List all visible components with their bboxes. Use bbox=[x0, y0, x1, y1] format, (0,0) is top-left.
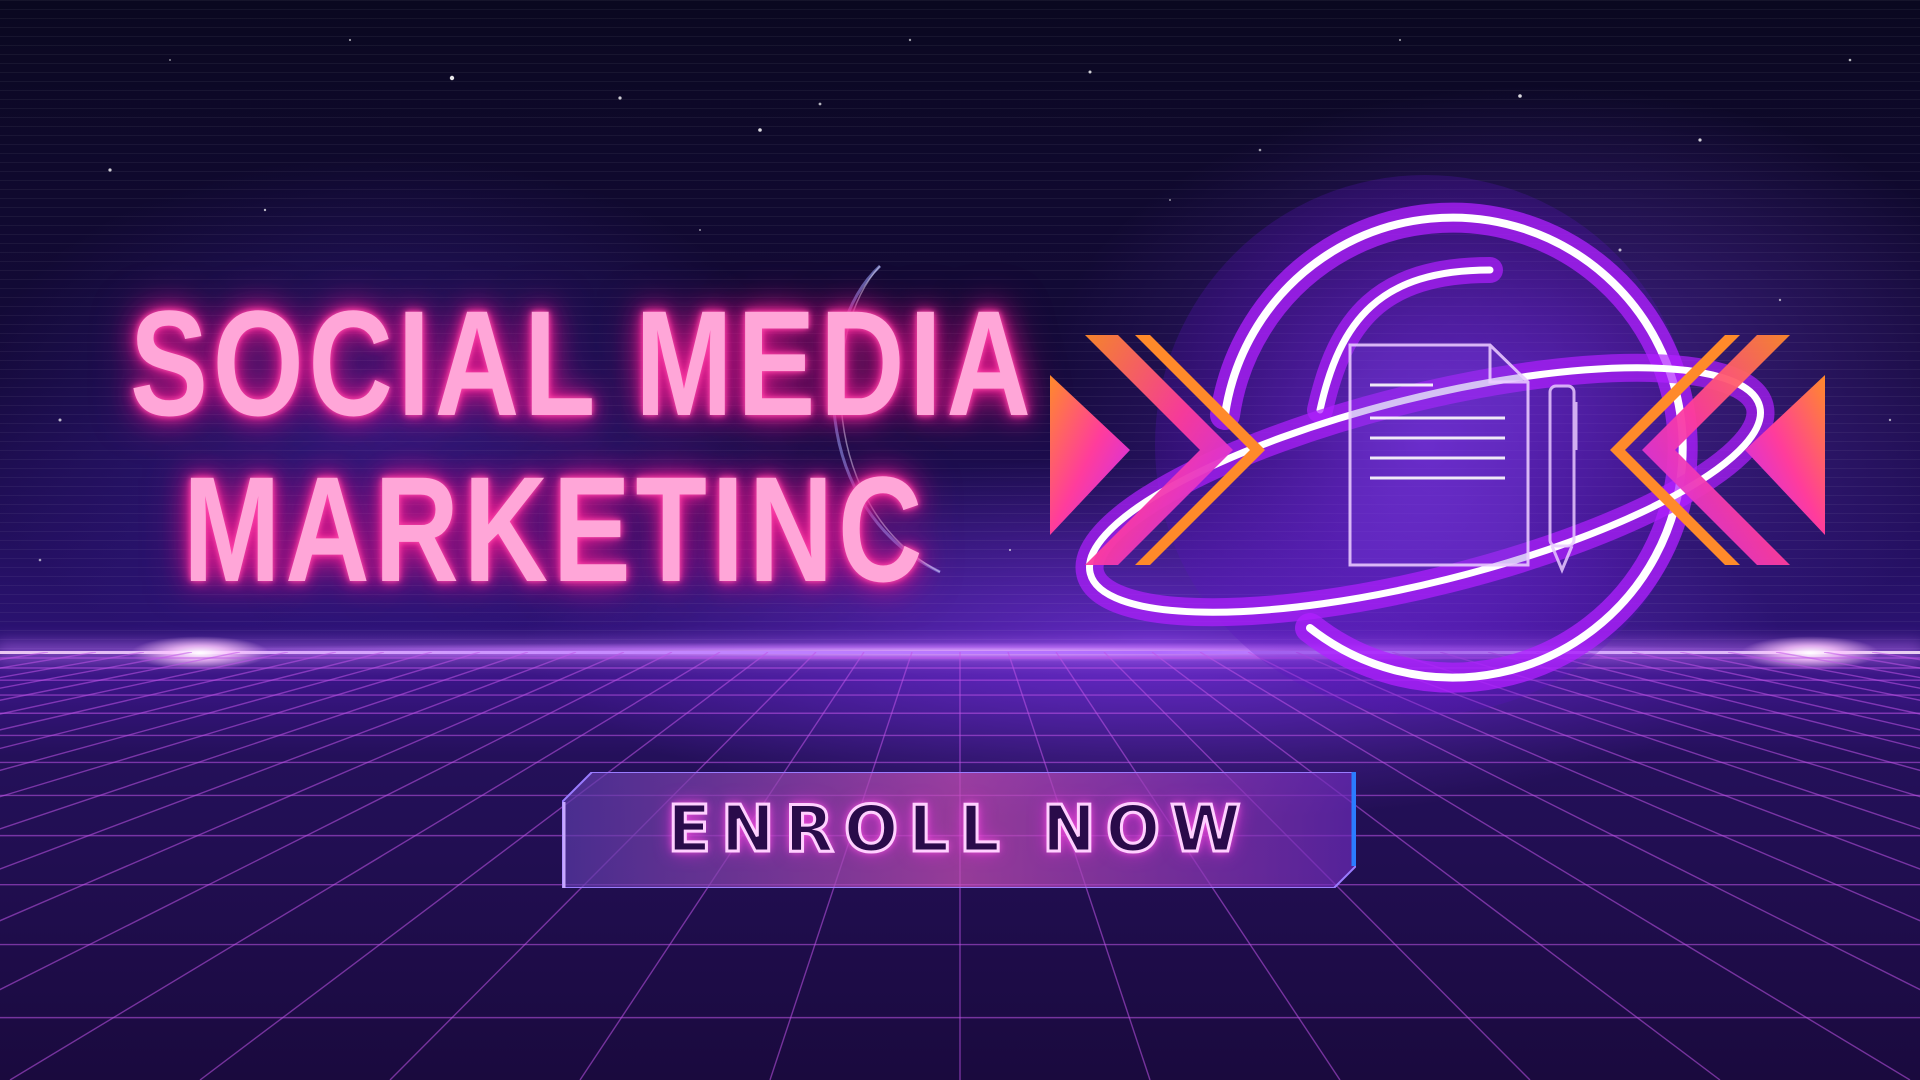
headline-line-1: SOCIAL MEDIA bbox=[130, 279, 1036, 447]
document-icon bbox=[1348, 343, 1530, 567]
grid-line-vertical bbox=[0, 652, 193, 689]
headline-line-2: MARKETINC bbox=[183, 445, 928, 613]
grid-line-vertical bbox=[0, 652, 529, 830]
enroll-button-label: ENROLL NOW bbox=[666, 792, 1251, 869]
marketing-emblem bbox=[1050, 175, 1825, 715]
headline: SOCIAL MEDIA MARKETINC bbox=[130, 279, 1036, 613]
enroll-now-button[interactable]: ENROLL NOW bbox=[562, 772, 1356, 888]
grid-line-vertical bbox=[0, 652, 145, 679]
grid-line-vertical bbox=[0, 652, 97, 669]
grid-line-vertical bbox=[0, 652, 577, 870]
banner-canvas: SOCIAL MEDIA MARKETINC ENROLL NOW bbox=[0, 0, 1920, 1080]
grid-line-vertical bbox=[0, 652, 625, 922]
grid-line-vertical bbox=[0, 652, 241, 701]
grid-line-vertical bbox=[0, 652, 433, 772]
grid-line-vertical bbox=[0, 652, 481, 798]
